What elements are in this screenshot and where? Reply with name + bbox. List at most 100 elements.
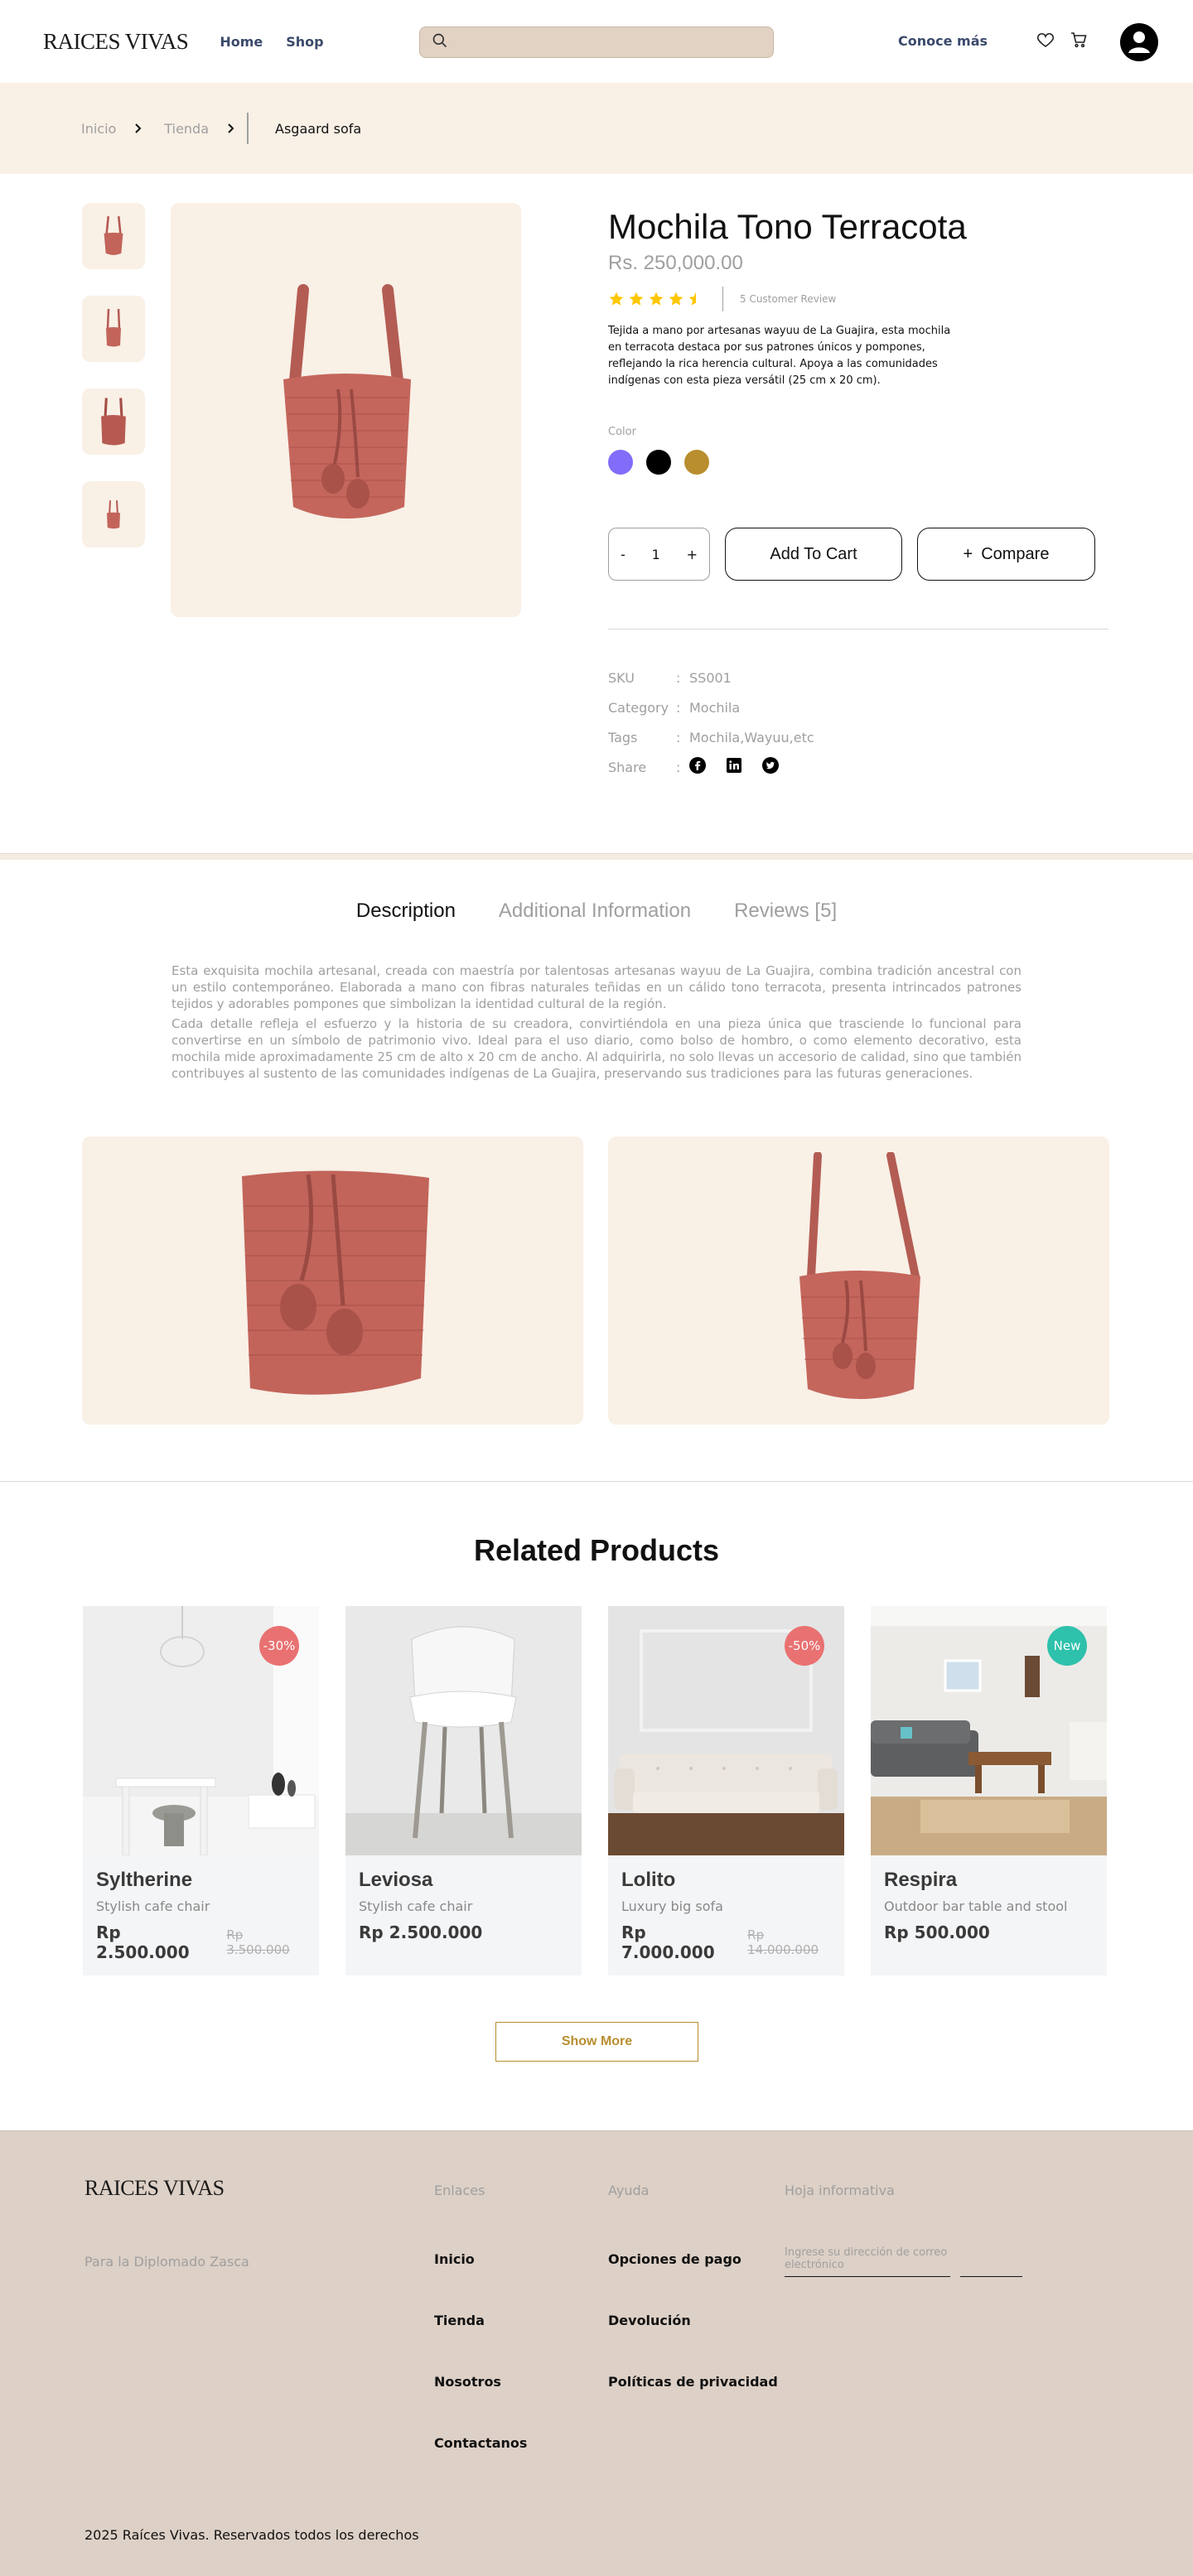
footer-links-heading: Enlaces [434,2183,485,2198]
product-card-price-row: Rp 2.500.000 [359,1922,568,1942]
review-count[interactable]: 5 Customer Review [740,293,836,305]
footer-link-inicio[interactable]: Inicio [434,2251,527,2268]
color-swatch-gold[interactable] [684,450,709,475]
discount-badge: -30% [259,1626,299,1666]
product-card-name: Lolito [621,1869,676,1891]
footer-tagline: Para la Diplomado Zasca [85,2254,249,2270]
twitter-icon[interactable] [762,757,779,777]
footer-link-devolucion[interactable]: Devolución [608,2313,778,2329]
footer-links-column: Enlaces Inicio Tienda Nosotros Contactan… [434,2183,527,2452]
product-card-price: Rp 2.500.000 [359,1922,483,1942]
description-paragraph-2: Cada detalle refleja el esfuerzo y la hi… [171,1016,1022,1081]
cart-icon[interactable] [1069,30,1089,53]
footer-link-nosotros[interactable]: Nosotros [434,2374,527,2390]
footer-link-opciones-de-pago[interactable]: Opciones de pago [608,2251,778,2268]
product-short-description: Tejida a mano por artesanas wayuu de La … [608,325,951,387]
product-card-body: Respira Outdoor bar table and stool Rp 5… [871,1855,1107,1956]
show-more-button[interactable]: Show More [495,2022,698,2062]
search-icon[interactable] [432,32,448,52]
meta-tags-value: Mochila,Wayuu,etc [689,729,814,745]
product-card-respira[interactable]: New Respira Outdoor bar table and stool … [871,1606,1107,1975]
tab-additional-information[interactable]: Additional Information [499,900,691,923]
product-main-image [171,203,521,617]
main-nav: Home Shop [220,34,323,50]
plus-icon: + [963,544,973,563]
product-card-image: -30% [83,1606,319,1855]
color-label: Color [608,426,636,438]
discount-badge: -50% [785,1626,824,1666]
meta-share-key: Share [608,759,647,775]
star-icon [669,292,683,306]
thumbnail-4[interactable] [82,481,145,548]
product-card-old-price: Rp 3.500.000 [226,1927,290,1957]
description-image-1 [82,1136,583,1425]
breadcrumb-current: Asgaard sofa [275,120,362,137]
product-card-lolito[interactable]: -50% Lolito Luxury big sofa Rp 7.000.000… [608,1606,844,1975]
product-card-name: Syltherine [96,1869,193,1891]
newsletter-email-input[interactable]: Ingrese su dirección de correo electróni… [785,2246,950,2277]
footer-link-tienda[interactable]: Tienda [434,2313,527,2329]
heart-icon[interactable] [1036,30,1055,53]
product-card-subtitle: Outdoor bar table and stool [884,1898,1068,1914]
quantity-stepper: - 1 + [608,528,710,581]
search-input[interactable] [456,27,773,57]
footer-help-list: Opciones de pago Devolución Políticas de… [608,2251,778,2390]
nav-shop-link[interactable]: Shop [286,34,323,50]
qty-increase-button[interactable]: + [687,547,698,562]
section-divider [0,853,1193,860]
tab-description[interactable]: Description [356,900,456,923]
color-swatch-black[interactable] [646,450,671,475]
site-header: RAICES VIVAS Home Shop Conoce más [0,0,1193,83]
product-card-syltherine[interactable]: -30% Syltherine Stylish cafe chair Rp 2.… [83,1606,319,1975]
compare-button[interactable]: + Compare [917,528,1095,581]
footer-link-politicas-de-privacidad[interactable]: Políticas de privacidad [608,2374,778,2390]
linkedin-icon[interactable] [726,757,742,777]
product-card-name: Leviosa [359,1869,433,1891]
footer-help-column: Ayuda Opciones de pago Devolución Políti… [608,2183,778,2390]
tab-reviews[interactable]: Reviews [5] [734,900,837,923]
conoce-mas-link[interactable]: Conoce más [898,33,988,49]
star-icon [649,292,664,306]
product-card-leviosa[interactable]: Leviosa Stylish cafe chair Rp 2.500.000 [345,1606,582,1975]
description-section: Description Additional Information Revie… [0,860,1193,1481]
newsletter-subscribe-button[interactable] [960,2246,1022,2277]
add-to-cart-button[interactable]: Add To Cart [725,528,902,581]
copyright: 2025 Raíces Vivas. Reservados todos los … [85,2527,419,2543]
product-card-subtitle: Stylish cafe chair [96,1898,210,1914]
facebook-icon[interactable] [689,757,706,777]
site-logo[interactable]: RAICES VIVAS [43,29,189,55]
product-card-price: Rp 7.000.000 [621,1922,715,1962]
thumbnail-1[interactable] [82,203,145,269]
product-cards: -30% Syltherine Stylish cafe chair Rp 2.… [83,1606,1107,1975]
product-card-name: Respira [884,1869,958,1891]
color-swatch-purple[interactable] [608,450,633,475]
footer-help-heading: Ayuda [608,2183,650,2198]
meta-tags: Tags : Mochila,Wayuu,etc [608,722,1110,752]
product-tabs: Description Additional Information Revie… [0,860,1193,923]
star-rating [608,291,704,307]
qty-value[interactable]: 1 [652,547,660,562]
meta-sku-value: SS001 [689,669,732,686]
nav-home-link[interactable]: Home [220,34,263,50]
meta-colon: : [676,729,681,745]
breadcrumb-inicio[interactable]: Inicio [81,121,116,137]
breadcrumb-tienda[interactable]: Tienda [164,121,209,137]
thumbnail-3[interactable] [82,388,145,455]
qty-decrease-button[interactable]: - [621,547,625,562]
product-card-subtitle: Luxury big sofa [621,1898,723,1914]
product-card-image [345,1606,582,1855]
breadcrumb-divider [247,113,249,144]
product-card-old-price: Rp 14.000.000 [747,1927,819,1957]
avatar[interactable] [1120,23,1158,65]
product-card-price-row: Rp 2.500.000 Rp 3.500.000 [96,1922,306,1962]
chevron-right-icon [225,123,237,134]
meta-share: Share : [608,752,1110,782]
footer-links-list: Inicio Tienda Nosotros Contactanos [434,2251,527,2452]
meta-colon: : [676,669,681,686]
footer-logo[interactable]: RAICES VIVAS [85,2176,225,2201]
breadcrumb: Inicio Tienda Asgaard sofa [0,83,1193,174]
thumbnail-list [82,203,145,548]
footer-link-contactanos[interactable]: Contactanos [434,2435,527,2452]
meta-category: Category : Mochila [608,692,1110,722]
thumbnail-2[interactable] [82,296,145,362]
